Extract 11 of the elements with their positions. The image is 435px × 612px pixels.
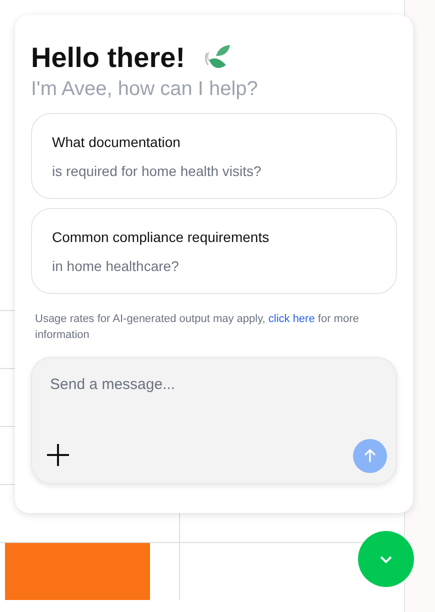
greeting-subtitle: I'm Avee, how can I help? <box>31 77 259 102</box>
send-button[interactable] <box>353 439 387 473</box>
message-field[interactable]: Send a message... <box>31 357 397 484</box>
message-input[interactable]: Send a message... <box>32 358 396 412</box>
arrow-up-icon <box>362 448 378 464</box>
suggestion-card[interactable]: Common compliance requirements in home healthcare? <box>31 208 397 294</box>
add-icon[interactable] <box>46 443 70 467</box>
usage-disclaimer: Usage rates for AI-generated output may apply, click here for more information <box>34 312 360 343</box>
info-link[interactable]: click here <box>268 313 315 325</box>
suggestion-card[interactable]: What documentation is required for home health visits? <box>31 113 397 199</box>
greeting-title: Hello there! <box>31 41 186 75</box>
